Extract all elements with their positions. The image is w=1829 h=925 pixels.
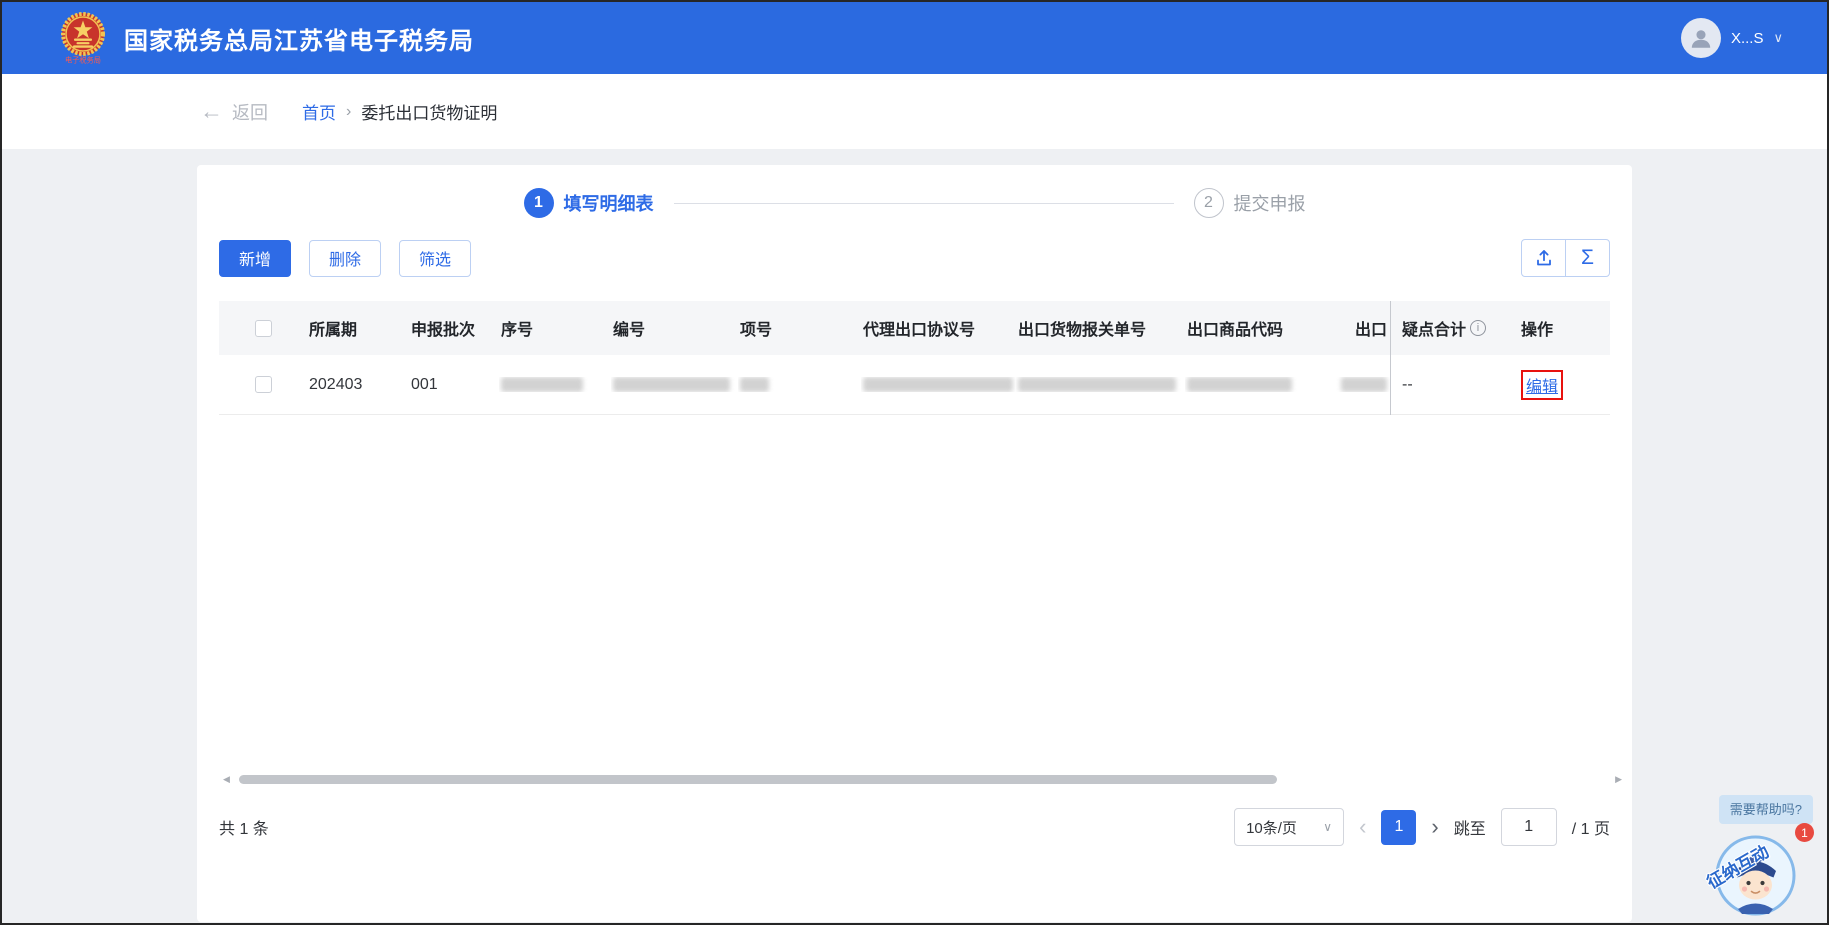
user-avatar[interactable] [1680,18,1721,58]
col-header-period: 所属期 [309,322,358,339]
mascot-icon [1715,835,1796,916]
toolbar: 新增 删除 筛选 Σ [219,239,1610,277]
cell-batch: 001 [411,375,438,393]
select-all-checkbox[interactable] [254,319,272,337]
step-indicator: 1 填写明细表 2 提交申报 [219,165,1610,221]
add-button[interactable]: 新增 [219,239,292,277]
back-button[interactable]: 返回 [232,99,268,125]
col-header-customs-declaration: 出口货物报关单号 [1018,322,1147,339]
col-header-action: 操作 [1521,322,1554,339]
export-icon [1536,250,1551,266]
screen: 电子税务局 国家税务总局江苏省电子税务局 X...S ∨ ← 返回 首页 › 委… [0,0,1829,925]
scrollbar-thumb[interactable] [239,775,1277,784]
redacted-cell-item-no [740,377,769,392]
table-footer: 共 1 条 10条/页 ∨ ‹ 1 › 跳至 / 1 页 [219,805,1610,849]
breadcrumb-separator-icon: › [346,102,352,120]
horizontal-scrollbar: ◀ ▶ [223,773,1622,786]
page-size-select[interactable]: 10条/页 ∨ [1234,808,1345,846]
jump-to-label: 跳至 [1453,821,1486,838]
help-mascot-button[interactable]: 征纳互动 [1704,835,1796,916]
person-icon [1691,30,1711,48]
step-connector-line [673,202,1174,204]
redacted-cell-export [1341,377,1387,392]
page-size-value: 10条/页 [1246,819,1297,837]
prev-page-icon[interactable]: ‹ [1359,814,1366,840]
step-2-label: 提交申报 [1233,194,1306,214]
cell-period: 202403 [309,375,363,393]
redacted-cell-customs-declaration [1018,377,1176,392]
breadcrumb-current: 委托出口货物证明 [361,104,498,123]
back-arrow-icon[interactable]: ← [200,98,223,125]
pagination: 10条/页 ∨ ‹ 1 › 跳至 / 1 页 [1234,808,1610,846]
delete-button[interactable]: 删除 [309,239,382,277]
step-1-number: 1 [523,188,554,218]
emblem-icon [61,11,105,56]
chevron-down-icon: ∨ [1323,820,1333,834]
table-row: 202403 001 -- 编辑 [219,355,1610,415]
redacted-cell-number [613,377,730,392]
table-header-row: 所属期 申报批次 序号 编号 项号 代理出口协议号 出口货物报关单号 出口商品代… [219,301,1610,355]
cell-suspect-total: -- [1402,375,1413,393]
breadcrumb-home[interactable]: 首页 [302,99,336,124]
help-tooltip: 需要帮助吗? [1718,795,1813,824]
chevron-down-icon[interactable]: ∨ [1773,30,1783,46]
redacted-cell-commodity-code [1187,377,1292,392]
brand: 电子税务局 国家税务总局江苏省电子税务局 [58,11,474,66]
scroll-left-icon[interactable]: ◀ [223,774,230,785]
col-header-sequence: 序号 [501,322,534,339]
step-2: 2 提交申报 [1193,188,1306,218]
breadcrumb: ← 返回 首页 › 委托出口货物证明 [2,74,1827,149]
app-header: 电子税务局 国家税务总局江苏省电子税务局 X...S ∨ [2,2,1827,74]
export-button[interactable] [1521,239,1566,277]
jump-page-input[interactable] [1500,808,1557,846]
filter-button[interactable]: 筛选 [399,239,472,277]
current-page-button[interactable]: 1 [1381,809,1417,845]
step-1: 1 填写明细表 [523,188,654,218]
info-icon[interactable]: i [1470,320,1487,336]
user-menu[interactable]: X...S ∨ [1680,18,1783,58]
col-header-agency-agreement: 代理出口协议号 [863,322,976,339]
sigma-icon: Σ [1581,246,1594,269]
national-emblem-logo: 电子税务局 [58,11,108,66]
col-header-suspect-total: 疑点合计 i [1390,316,1517,340]
step-1-label: 填写明细表 [563,194,654,214]
user-name[interactable]: X...S [1731,30,1764,47]
step-2-number: 2 [1193,188,1224,218]
col-header-commodity-code: 出口商品代码 [1187,322,1284,339]
next-page-icon[interactable]: › [1431,814,1438,840]
edit-link[interactable]: 编辑 [1526,373,1558,397]
toolbar-icon-group: Σ [1521,239,1610,277]
row-checkbox[interactable] [254,376,272,393]
scroll-right-icon[interactable]: ▶ [1615,774,1622,785]
total-count: 共 1 条 [219,821,269,838]
fixed-column-divider [1390,301,1391,415]
notification-badge: 1 [1795,823,1814,842]
data-table: 所属期 申报批次 序号 编号 项号 代理出口协议号 出口货物报关单号 出口商品代… [219,301,1610,415]
col-header-export-clipped: 出口 [1354,322,1387,339]
redacted-cell-sequence [501,377,583,392]
logo-caption: 电子税务局 [65,56,101,65]
app-title: 国家税务总局江苏省电子税务局 [124,27,474,55]
col-header-number: 编号 [613,322,646,339]
page-total: / 1 页 [1571,821,1610,838]
suspect-total-label: 疑点合计 [1402,322,1467,339]
redacted-cell-agency-agreement [863,377,1013,392]
col-header-item-no: 项号 [740,322,773,339]
main-card: 1 填写明细表 2 提交申报 新增 删除 筛选 Σ 所属期 申报批次 序号 编号… [197,165,1632,922]
summary-button[interactable]: Σ [1565,239,1610,277]
col-header-batch: 申报批次 [411,322,476,339]
annotation-highlight-box: 编辑 [1521,369,1564,400]
